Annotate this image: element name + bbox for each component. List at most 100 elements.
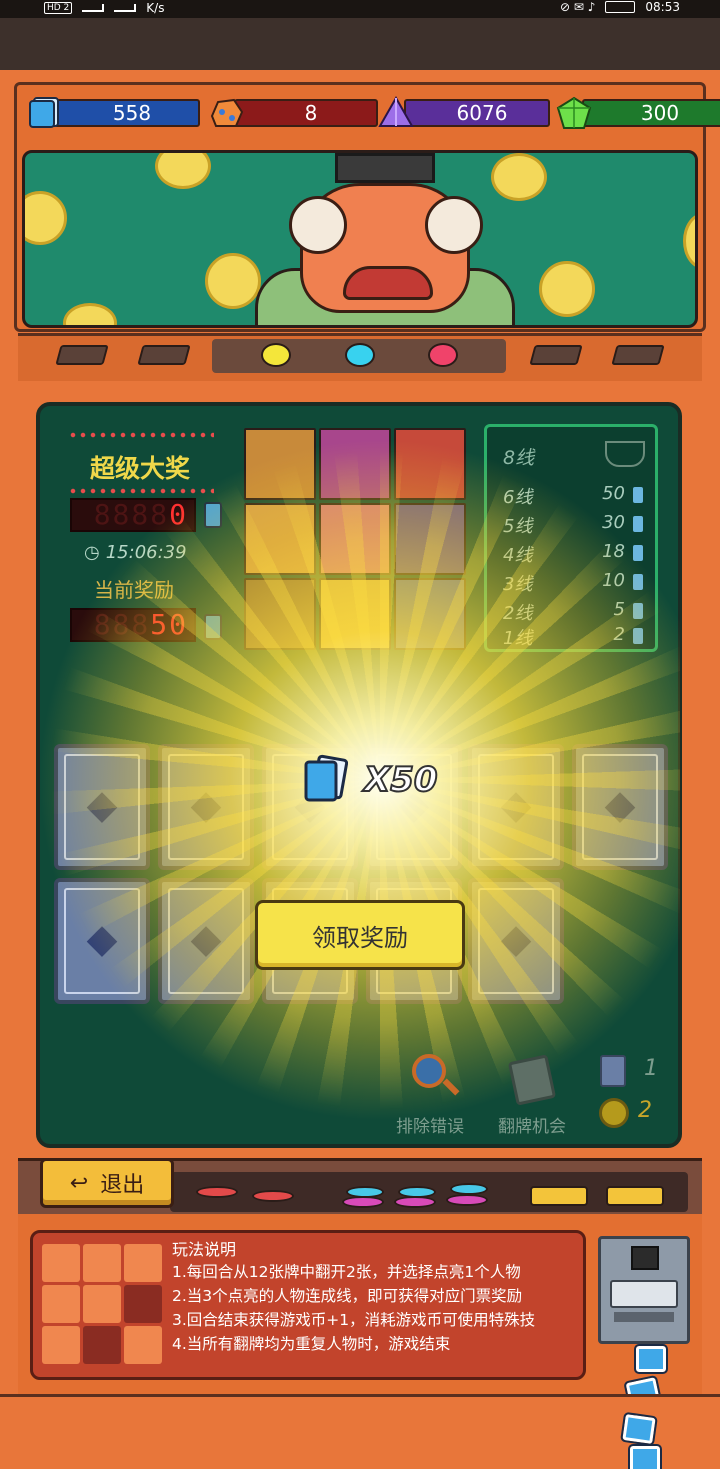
panel-lever [529, 345, 583, 365]
grid-cell [42, 1326, 80, 1364]
payout-value: 18 [602, 541, 625, 562]
rule-line: 4.当所有翻牌均为重复人物时，游戏结束 [172, 1335, 451, 1353]
frog-mouth [343, 266, 433, 300]
face-down-card[interactable] [572, 744, 668, 870]
payout-label: 3线 [503, 574, 533, 595]
network-speed: K/s [146, 1, 165, 15]
face-down-card[interactable] [468, 878, 564, 1004]
jackpot-counter-value: 0 [169, 498, 188, 531]
ticket-icon [204, 502, 222, 528]
ticket-icon [304, 754, 348, 802]
jackpot-counter-ghost: 8888 [93, 498, 170, 531]
portrait-red-hair[interactable] [394, 428, 466, 500]
portrait-cowboy[interactable] [244, 578, 316, 650]
jackpot-title: 超级大奖 [89, 454, 190, 483]
portrait-gold-hair[interactable] [319, 578, 391, 650]
ore-count: 8 [234, 99, 378, 127]
jackpot-dots-top [68, 432, 214, 438]
panel-button-yellow [530, 1186, 588, 1206]
cabinet-base [0, 1394, 720, 1469]
exit-button[interactable]: ↩ 退出 [40, 1158, 174, 1208]
claim-reward-button[interactable]: 领取奖励 [255, 900, 465, 970]
face-down-card[interactable] [158, 744, 254, 870]
grid-cell [124, 1285, 162, 1323]
frog-character [289, 183, 483, 313]
coin-decoration [539, 261, 595, 317]
crystal-icon [378, 96, 414, 127]
frog-eye-right [425, 196, 483, 254]
portrait-blue[interactable] [394, 578, 466, 650]
portrait-pink-lady[interactable] [319, 503, 391, 575]
ticket-chain-icon [634, 1344, 668, 1374]
current-reward-title: 当前奖励 [94, 578, 174, 602]
payout-row: 2线 5 [503, 599, 647, 625]
lamp-yellow [261, 343, 291, 367]
character-screen [22, 150, 698, 328]
rules-diagram [42, 1244, 162, 1364]
grid-cell [42, 1244, 80, 1282]
panel-button-pink [394, 1196, 436, 1208]
coin-decoration [63, 303, 117, 325]
face-down-card[interactable] [468, 744, 564, 870]
payout-row: 3线 10 [503, 570, 647, 596]
card-count-icon [600, 1055, 626, 1087]
payout-label: 4线 [503, 545, 533, 566]
panel-button-red [196, 1186, 238, 1198]
reward-multiplier: X50 [363, 759, 439, 801]
notification-icons: ⊘ ✉ ♪ [560, 0, 596, 14]
grid-cell [83, 1285, 121, 1323]
ticket-icon [633, 516, 643, 532]
ticket-icon [204, 614, 222, 640]
timer-value: 15:06:39 [105, 542, 187, 563]
lamp-cyan [345, 343, 375, 367]
frog-hat [335, 153, 435, 183]
panel-button-yellow [606, 1186, 664, 1206]
back-arrow-icon: ↩ [69, 1170, 89, 1196]
hd-badge: HD 2 [44, 2, 73, 14]
payout-row: 6线 50 [503, 483, 647, 509]
ticket-icon [29, 97, 59, 128]
resource-tickets: 558 [28, 97, 200, 128]
trophy-icon [605, 441, 645, 467]
grid-cell [42, 1285, 80, 1323]
face-down-card[interactable] [54, 744, 150, 870]
frog-eye-left [289, 196, 347, 254]
lamp-red [428, 343, 458, 367]
coin-decoration [683, 213, 695, 269]
game-coin-icon [599, 1098, 629, 1128]
ticket-icon [633, 574, 643, 590]
panel-button-red [252, 1190, 294, 1202]
current-reward-ghost: 888 [93, 608, 151, 641]
portrait-pirate[interactable] [244, 428, 316, 500]
signal-icon-2 [114, 4, 137, 12]
payout-row: 4线 18 [503, 541, 647, 567]
portrait-blonde[interactable] [244, 503, 316, 575]
grid-cell [124, 1244, 162, 1282]
face-down-card[interactable] [158, 878, 254, 1004]
coin-decoration [25, 191, 67, 245]
coin-decoration [205, 253, 261, 309]
ticket-count: 558 [54, 99, 200, 127]
payout-value: 50 [602, 483, 625, 504]
flip-chance-label[interactable]: 翻牌机会 [498, 1112, 566, 1137]
magnifier-icon[interactable] [412, 1054, 446, 1088]
card-count: 1 [644, 1056, 658, 1081]
portrait-pink-hair[interactable] [319, 428, 391, 500]
face-down-card[interactable] [54, 878, 150, 1004]
payout-value: 10 [602, 570, 625, 591]
dispenser-screen [631, 1246, 659, 1270]
crystal-count: 6076 [404, 99, 550, 127]
payout-label: 2线 [503, 603, 533, 624]
remove-error-label[interactable]: 排除错误 [396, 1112, 464, 1137]
resource-ore: 8 [208, 98, 378, 128]
panel-lever [55, 345, 109, 365]
payout-row: 5线 30 [503, 512, 647, 538]
ticket-icon [633, 487, 643, 503]
stopwatch-icon: ◷ [84, 542, 100, 563]
payout-label: 5线 [503, 516, 533, 537]
jackpot-counter: 88880 [70, 498, 196, 532]
portrait-witch[interactable] [394, 503, 466, 575]
current-reward-counter: 88850 [70, 608, 196, 642]
payout-value: 30 [602, 512, 625, 533]
ticket-icon [633, 603, 643, 619]
